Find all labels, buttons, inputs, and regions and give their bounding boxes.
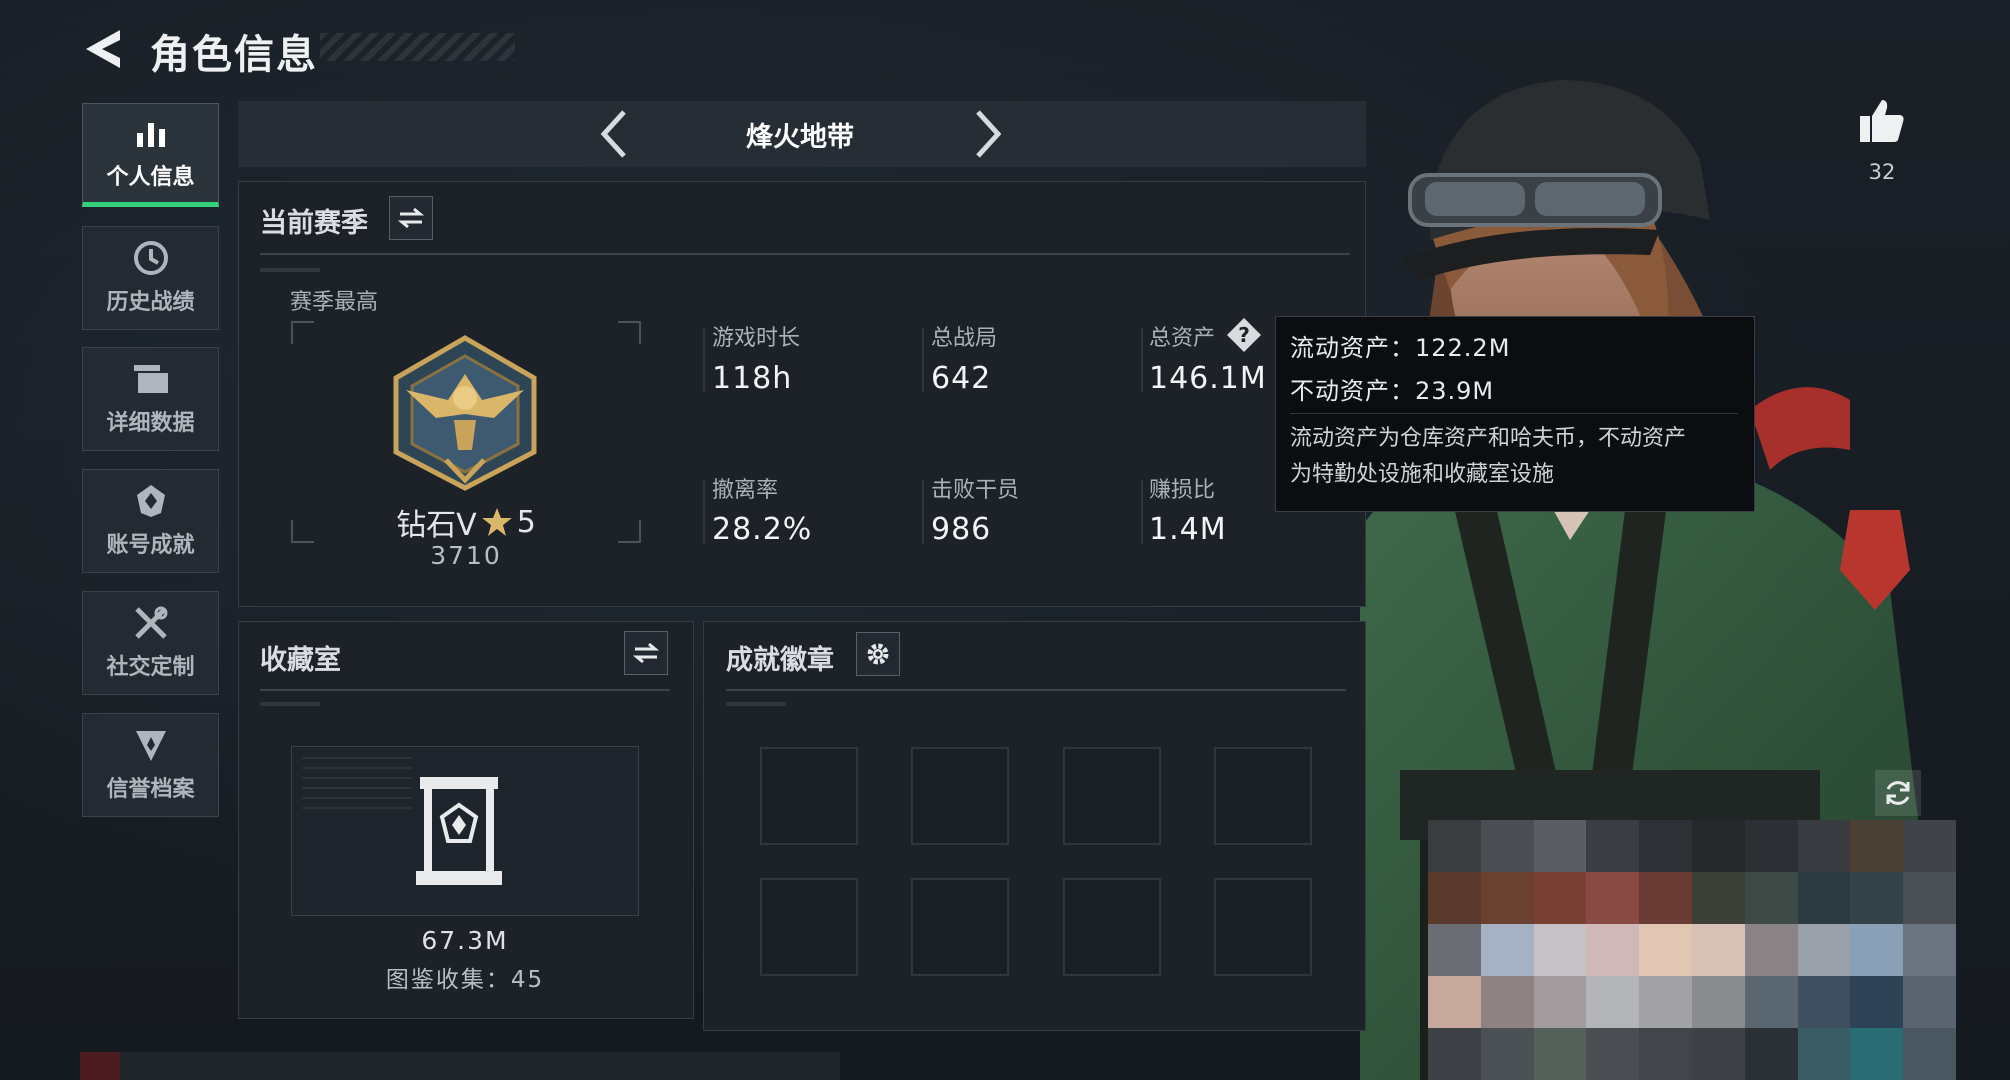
stat-value-profit-ratio: 1.4M [1149,512,1227,547]
sidebar-item-profile[interactable]: 个人信息 [82,103,219,207]
history-clock-icon [131,240,171,276]
sidebar-item-label: 账号成就 [106,533,195,558]
collection-value: 67.3M [421,926,509,955]
swap-arrows-icon [398,207,424,229]
collection-pedestal-icon [416,777,502,885]
collection-display-case[interactable] [291,746,639,916]
stat-value-play-time: 118h [712,361,793,396]
stat-value-total-assets: 146.1M [1149,361,1267,396]
badge-slot[interactable] [1063,747,1161,845]
mode-name: 烽火地带 [746,122,854,153]
stat-divider [922,480,924,544]
thumbs-up-icon[interactable] [1858,98,1906,144]
sidebar-item-details[interactable]: 详细数据 [82,347,219,451]
bar-chart-icon [131,115,171,151]
stat-label-operators-defeated: 击败干员 [931,478,1020,503]
stat-divider [703,328,705,392]
badge-slot[interactable] [760,747,858,845]
badges-divider [726,689,1346,691]
stat-value-extract-rate: 28.2% [712,512,813,547]
display-case-lines [302,757,412,817]
badges-title: 成就徽章 [726,645,834,676]
stat-divider [1141,328,1143,392]
badge-slot[interactable] [760,878,858,976]
chevron-left-icon[interactable] [590,108,640,160]
badge-slot[interactable] [1063,878,1161,976]
bottom-blurred-strip [80,1052,840,1080]
like-count: 32 [1868,160,1896,184]
stat-label-extract-rate: 撤离率 [712,478,779,503]
collection-catalog-count: 图鉴收集：45 [385,967,545,993]
stat-label-total-matches: 总战局 [931,326,998,351]
back-arrow-icon[interactable] [80,26,130,72]
sidebar-item-achievements[interactable]: 账号成就 [82,469,219,573]
sidebar-item-label: 个人信息 [106,165,195,190]
crossed-tools-icon [131,605,171,641]
achievement-emblem-icon [131,483,171,519]
stat-divider [1141,480,1143,544]
rank-stars: 5 [516,504,536,540]
sidebar-item-label: 社交定制 [106,655,195,680]
badge-slot[interactable] [1214,878,1312,976]
season-divider-accent [260,268,320,272]
collection-divider-accent [260,702,320,706]
stat-value-operators-defeated: 986 [931,512,992,547]
badges-settings-button[interactable] [856,632,900,676]
season-title: 当前赛季 [260,208,368,239]
badges-divider-accent [726,702,786,706]
sidebar-item-label: 历史战绩 [106,290,195,315]
svg-text:?: ? [1238,323,1250,347]
chevron-right-icon[interactable] [962,108,1012,160]
tooltip-description-line2: 为特勤处设施和收藏室设施 [1290,462,1555,487]
sidebar-item-history[interactable]: 历史战绩 [82,226,219,330]
tooltip-divider [1290,413,1738,414]
collection-title: 收藏室 [260,645,341,676]
assets-tooltip: 流动资产：122.2M 不动资产：23.9M 流动资产为仓库资产和哈夫币，不动资… [1275,316,1755,512]
page-title: 角色信息 [150,32,318,78]
collection-divider [260,689,670,691]
swap-arrows-icon [633,642,659,664]
sidebar-item-label: 详细数据 [106,411,195,436]
help-diamond-icon[interactable]: ? [1225,316,1263,354]
stat-divider [922,328,924,392]
tooltip-liquid-assets: 流动资产：122.2M [1290,334,1511,362]
badge-slot[interactable] [911,747,1009,845]
rank-score: 3710 [430,541,502,570]
tooltip-fixed-assets: 不动资产：23.9M [1290,377,1495,405]
season-swap-button[interactable] [389,196,433,240]
sidebar-item-social[interactable]: 社交定制 [82,591,219,695]
rank-medal-icon [393,335,537,491]
stat-label-play-time: 游戏时长 [712,326,801,351]
stat-divider [703,480,705,544]
pixelated-mosaic [1428,820,1956,1080]
refresh-icon [1886,781,1910,805]
title-decoration [320,33,515,61]
stacked-cards-icon [131,361,171,397]
reputation-shield-icon [131,727,171,763]
badge-slot[interactable] [1214,747,1312,845]
badge-slot[interactable] [911,878,1009,976]
stat-label-profit-ratio: 赚损比 [1149,478,1216,503]
gear-icon [867,643,889,665]
stat-value-total-matches: 642 [931,361,992,396]
sidebar-item-label: 信誉档案 [106,777,195,802]
stat-label-total-assets: 总资产 [1149,326,1216,351]
season-best-label: 赛季最高 [290,290,379,315]
rank-name: 钻石V [396,508,477,543]
tooltip-description-line1: 流动资产为仓库资产和哈夫币，不动资产 [1290,426,1687,451]
collection-swap-button[interactable] [624,631,668,675]
sidebar-item-reputation[interactable]: 信誉档案 [82,713,219,817]
rotate-character-button[interactable] [1875,770,1921,816]
rank-row: 钻石V 5 [395,500,537,544]
season-divider [260,253,1350,255]
star-icon [481,508,512,536]
